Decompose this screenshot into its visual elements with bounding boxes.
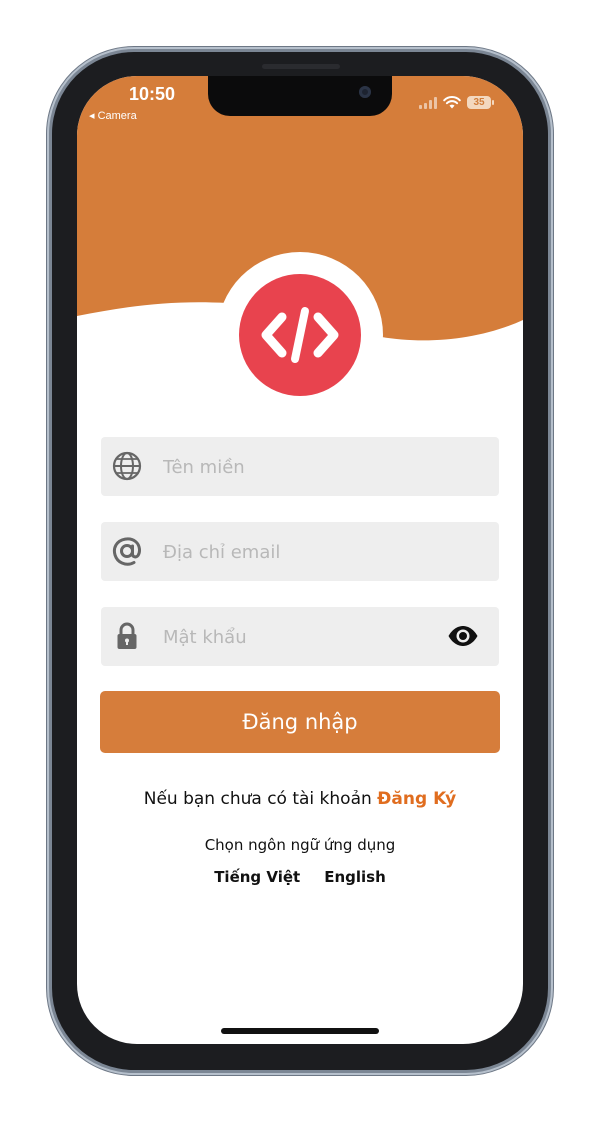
back-to-camera-link[interactable]: ◂ Camera (89, 109, 137, 122)
language-prompt: Chọn ngôn ngữ ứng dụng (204, 836, 396, 854)
lock-icon (117, 622, 137, 649)
power-button (548, 358, 553, 478)
password-field[interactable] (101, 607, 499, 668)
status-time: 10:50 (129, 84, 176, 104)
cellular-signal-icon (419, 96, 437, 109)
camera-notch (208, 76, 392, 116)
battery-indicator: 35 (467, 96, 494, 109)
register-prompt: Nếu bạn chưa có tài khoản (143, 789, 372, 809)
email-field[interactable] (101, 522, 499, 583)
password-input[interactable] (161, 607, 435, 668)
app-screen: 10:50 ◂ Camera 35 Tên miền Địa chỉ email… (77, 76, 523, 1044)
eye-icon[interactable] (447, 624, 479, 648)
register-link[interactable]: Đăng Ký (377, 789, 456, 809)
domain-field[interactable] (101, 437, 499, 498)
logo-badge (217, 252, 383, 418)
code-brackets-icon (261, 307, 339, 363)
domain-input[interactable] (161, 437, 435, 498)
speaker-grille (262, 64, 340, 69)
register-prompt-line: Nếu bạn chưa có tài khoản Đăng Ký (77, 789, 523, 809)
email-input[interactable] (161, 522, 435, 583)
status-icons: 35 (419, 96, 494, 109)
front-camera (359, 86, 371, 98)
language-option-vietnamese[interactable]: Tiếng Việt (214, 868, 300, 886)
app-logo (239, 274, 361, 396)
home-indicator[interactable] (221, 1028, 379, 1034)
login-button[interactable]: Đăng nhập (100, 691, 500, 753)
globe-icon (112, 451, 142, 481)
wifi-icon (443, 96, 461, 109)
language-options: Tiếng Việt English (77, 868, 523, 886)
language-option-english[interactable]: English (324, 868, 386, 886)
at-sign-icon (112, 537, 141, 566)
